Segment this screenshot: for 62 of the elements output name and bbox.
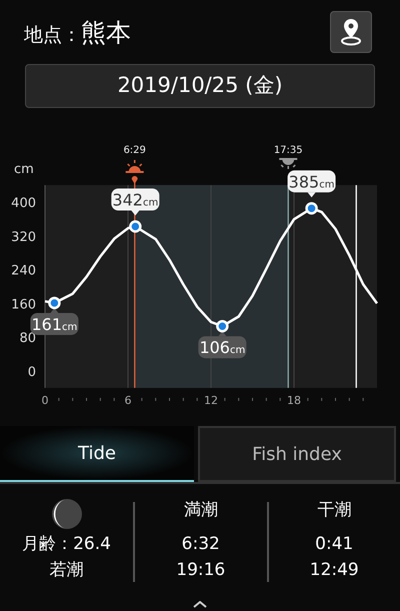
y-tick-label: 400 — [11, 196, 36, 211]
sunrise-icon — [124, 159, 145, 173]
minor-tick — [348, 398, 350, 401]
minor-tick — [182, 398, 184, 401]
sunset-icon — [278, 158, 298, 170]
pin-icon — [132, 176, 138, 184]
location-button[interactable] — [330, 11, 372, 53]
data-point — [48, 296, 61, 310]
minor-tick — [252, 398, 253, 401]
tab[interactable]: Fish index — [198, 426, 396, 482]
tide-time: 6:32 — [182, 532, 220, 556]
map-pin-icon — [339, 17, 363, 47]
data-point — [129, 220, 142, 233]
column-title: 干潮 — [317, 499, 352, 522]
tide-time: 0:41 — [315, 532, 354, 556]
tab[interactable]: Tide — [0, 426, 194, 482]
y-tick-label: 320 — [11, 230, 36, 245]
tide-callout: 342cm — [111, 188, 160, 216]
caret-up-icon — [193, 601, 207, 608]
tide-callout: 106cm — [198, 331, 246, 358]
minor-tick — [114, 398, 115, 401]
minor-tick — [335, 398, 336, 401]
y-tick-label: 240 — [11, 264, 36, 279]
annotation: 106cm — [199, 338, 246, 358]
axis-unit: cm — [14, 162, 34, 177]
tide-time: 19:16 — [176, 558, 226, 582]
annotation: 342cm — [112, 190, 158, 210]
moon-age: 月齢：26.4 — [22, 533, 111, 556]
x-tick-label: 0 — [42, 394, 48, 407]
minor-tick — [58, 398, 60, 401]
sun-time: 17:35 — [274, 145, 303, 156]
sun-time: 6:29 — [123, 145, 146, 156]
x-tick-label: 18 — [287, 394, 301, 407]
y-tick-label: 0 — [28, 365, 36, 380]
location-label: 地点： — [24, 26, 81, 44]
tide-time: 12:49 — [310, 558, 359, 582]
annotation: 161cm — [32, 314, 78, 334]
minor-tick — [100, 398, 101, 401]
data-point — [216, 320, 229, 332]
tide-callout: 385cm — [288, 170, 336, 198]
x-tick-label: 12 — [204, 394, 218, 407]
location-name: 熊本 — [81, 20, 131, 44]
minor-tick — [196, 398, 198, 401]
minor-tick — [224, 398, 226, 401]
tide-name: 若潮 — [50, 558, 84, 582]
minor-tick — [362, 398, 364, 401]
date-button[interactable]: 2019/10/25 (金) — [25, 64, 375, 108]
moon-icon — [50, 498, 82, 530]
minor-tick — [321, 398, 322, 401]
minor-tick — [266, 398, 267, 401]
minor-tick — [72, 398, 74, 401]
annotation: 385cm — [288, 172, 334, 192]
x-tick-label: 6 — [124, 394, 132, 407]
minor-tick — [141, 398, 142, 401]
minor-tick — [280, 398, 281, 401]
minor-tick — [307, 398, 308, 401]
minor-tick — [86, 398, 87, 401]
minor-tick — [169, 398, 170, 401]
data-point — [305, 202, 318, 215]
minor-tick — [155, 398, 156, 401]
minor-tick — [238, 398, 240, 401]
column-title: 満潮 — [184, 499, 218, 522]
